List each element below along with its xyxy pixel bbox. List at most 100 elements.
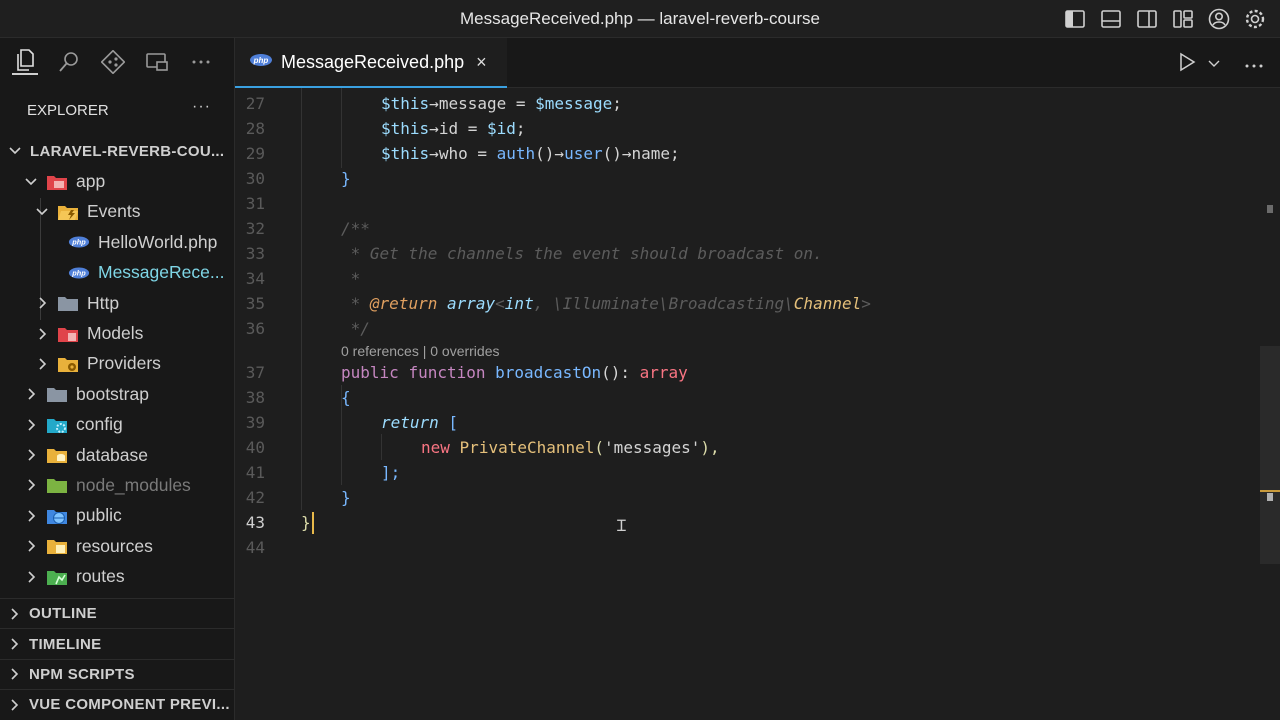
svg-text:php: php bbox=[253, 56, 269, 65]
tree-item-label: HelloWorld.php bbox=[98, 231, 218, 252]
explorer-more-button[interactable]: ··· bbox=[192, 98, 211, 116]
chevron-right-icon bbox=[35, 327, 49, 341]
events-folder-icon bbox=[57, 203, 79, 221]
http-folder-icon bbox=[57, 294, 79, 312]
code-line-current: 43 } bbox=[235, 510, 1260, 535]
code-text: /** bbox=[341, 218, 370, 238]
panel-vue-component-preview[interactable]: VUE COMPONENT PREVI... bbox=[0, 690, 235, 720]
code-editor[interactable]: 27 $this→message = $message; 28 $this→id… bbox=[235, 88, 1260, 720]
code-line: 29 $this→who = auth()→user()→name; bbox=[235, 141, 1260, 166]
public-folder-icon bbox=[46, 507, 68, 525]
line-number: 41 bbox=[245, 462, 265, 482]
tree-item-node-modules[interactable]: node_modules bbox=[0, 470, 235, 500]
code-line: 37 public function broadcastOn(): array bbox=[235, 360, 1260, 385]
config-folder-icon bbox=[46, 416, 68, 434]
customize-layout-icon[interactable] bbox=[1172, 8, 1194, 30]
tree-item-label: resources bbox=[76, 535, 153, 556]
code-text: */ bbox=[341, 318, 370, 338]
more-actions-icon[interactable] bbox=[188, 49, 214, 75]
svg-text:php: php bbox=[71, 238, 86, 247]
code-text: return [ bbox=[381, 412, 459, 432]
panel-label: OUTLINE bbox=[29, 605, 97, 623]
tree-item-label: Models bbox=[87, 323, 144, 344]
line-number: 27 bbox=[245, 93, 265, 113]
chevron-down-icon[interactable] bbox=[1208, 56, 1220, 74]
sidebar-panels: OUTLINE TIMELINE NPM SCRIPTS VUE COMPONE… bbox=[0, 598, 235, 720]
run-icon[interactable] bbox=[1178, 52, 1196, 77]
close-icon[interactable]: × bbox=[476, 52, 487, 73]
tree-item-app[interactable]: app bbox=[0, 166, 235, 196]
code-line: 32 /** bbox=[235, 216, 1260, 241]
scrollbar-marker bbox=[1267, 493, 1273, 501]
tree-item-resources[interactable]: resources bbox=[0, 531, 235, 561]
file-tree: LARAVEL-REVERB-COU... app Events php Hel… bbox=[0, 136, 235, 592]
tree-item-events[interactable]: Events bbox=[0, 197, 235, 227]
code-line: 41 ]; bbox=[235, 460, 1260, 485]
code-line: 42 } bbox=[235, 485, 1260, 510]
tree-item-models[interactable]: Models bbox=[0, 318, 235, 348]
line-number: 37 bbox=[245, 362, 265, 382]
tree-item-database[interactable]: database bbox=[0, 440, 235, 470]
panel-npm-scripts[interactable]: NPM SCRIPTS bbox=[0, 660, 235, 691]
code-text: ]; bbox=[381, 462, 401, 482]
panel-timeline[interactable]: TIMELINE bbox=[0, 629, 235, 660]
tree-item-helloworld[interactable]: php HelloWorld.php bbox=[0, 227, 235, 257]
tree-item-public[interactable]: public bbox=[0, 501, 235, 531]
chevron-right-icon bbox=[24, 478, 38, 492]
panel-outline[interactable]: OUTLINE bbox=[0, 599, 235, 630]
tree-item-label: app bbox=[76, 171, 106, 192]
chevron-right-icon bbox=[10, 699, 20, 711]
code-text: } bbox=[341, 168, 351, 188]
php-file-icon: php bbox=[249, 53, 273, 72]
code-line: 40 new PrivateChannel('messages'), bbox=[235, 435, 1260, 460]
panel-label: VUE COMPONENT PREVI... bbox=[29, 696, 230, 714]
gear-icon[interactable] bbox=[1244, 8, 1266, 30]
mouse-ibeam-icon: Ɪ bbox=[617, 516, 626, 535]
code-text: * @return array<int, \Illuminate\Broadca… bbox=[341, 293, 871, 313]
line-number: 43 bbox=[245, 512, 265, 532]
scrollbar-thumb[interactable] bbox=[1260, 346, 1280, 564]
scrollbar-marker bbox=[1267, 205, 1273, 213]
account-icon[interactable] bbox=[1208, 8, 1230, 30]
search-icon[interactable] bbox=[56, 49, 82, 75]
tree-item-bootstrap[interactable]: bootstrap bbox=[0, 379, 235, 409]
codelens-references[interactable]: 0 references | 0 overrides bbox=[341, 343, 500, 359]
editor-tab-bar: php MessageReceived.php × bbox=[235, 38, 1280, 88]
toggle-secondary-sidebar-icon[interactable] bbox=[1136, 8, 1158, 30]
chevron-right-icon bbox=[35, 357, 49, 371]
tree-item-label: Events bbox=[87, 201, 141, 222]
chevron-down-icon bbox=[24, 175, 38, 189]
code-line: 28 $this→id = $id; bbox=[235, 116, 1260, 141]
explorer-title: EXPLORER bbox=[27, 102, 109, 119]
chevron-right-icon bbox=[24, 509, 38, 523]
code-text: new PrivateChannel('messages'), bbox=[421, 437, 720, 457]
tree-item-routes[interactable]: routes bbox=[0, 561, 235, 591]
code-text: public function broadcastOn(): array bbox=[341, 362, 688, 382]
text-cursor bbox=[312, 512, 314, 534]
explorer-icon[interactable] bbox=[12, 49, 38, 75]
code-text: $this→id = $id; bbox=[381, 118, 526, 138]
toggle-primary-sidebar-icon[interactable] bbox=[1064, 8, 1086, 30]
tab-label: MessageReceived.php bbox=[281, 51, 465, 72]
line-number: 33 bbox=[245, 243, 265, 263]
tree-item-providers[interactable]: Providers bbox=[0, 349, 235, 379]
tree-root-folder[interactable]: LARAVEL-REVERB-COU... bbox=[0, 136, 235, 166]
tree-item-messagereceived[interactable]: php MessageRece... bbox=[0, 258, 235, 288]
panel-label: TIMELINE bbox=[29, 635, 102, 653]
tree-item-label: bootstrap bbox=[76, 383, 149, 404]
chevron-down-icon bbox=[35, 205, 49, 219]
source-control-icon[interactable] bbox=[100, 49, 126, 75]
editor-actions bbox=[1178, 52, 1264, 77]
more-actions-icon[interactable] bbox=[1244, 56, 1264, 74]
tab-messagereceived[interactable]: php MessageReceived.php × bbox=[235, 38, 507, 88]
code-text: } bbox=[341, 487, 351, 507]
remote-explorer-icon[interactable] bbox=[144, 49, 170, 75]
editor-scrollbar[interactable] bbox=[1260, 88, 1280, 720]
title-bar: MessageReceived.php — laravel-reverb-cou… bbox=[0, 0, 1280, 38]
code-text: $this→message = $message; bbox=[381, 93, 622, 113]
chevron-right-icon bbox=[24, 570, 38, 584]
tree-item-http[interactable]: Http bbox=[0, 288, 235, 318]
models-folder-icon bbox=[57, 325, 79, 343]
toggle-panel-icon[interactable] bbox=[1100, 8, 1122, 30]
tree-item-config[interactable]: config bbox=[0, 410, 235, 440]
